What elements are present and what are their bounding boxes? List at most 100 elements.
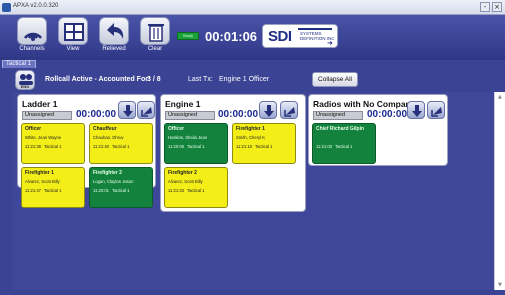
member-role: Chauffeur xyxy=(93,126,117,132)
title-bar: APXA v2.0.0.320 - × xyxy=(0,0,505,15)
member-time: 11:20:06 xyxy=(168,144,184,149)
move-down-button[interactable] xyxy=(259,101,277,119)
member-name: White, Jean Wayne xyxy=(25,135,62,140)
last-tx-value: Engine 1 Officer xyxy=(219,76,270,83)
end-rollcall-button[interactable]: END xyxy=(15,70,35,90)
member-channel: Tactical 1 xyxy=(112,188,130,193)
relieved-button[interactable]: Relieved xyxy=(97,17,131,57)
assignment-field[interactable]: Unassigned xyxy=(22,111,72,120)
member-card[interactable]: Firefighter 1 Alvarez, Scott Billy 11:21… xyxy=(21,167,85,208)
download-arrow-icon xyxy=(412,105,422,117)
member-channel: Tactical 1 xyxy=(112,144,130,149)
elapsed-timer: 00:01:06 xyxy=(205,29,258,44)
logo-arrow-icon: ➜ xyxy=(327,39,333,47)
view-label: View xyxy=(66,46,80,52)
company-timer: 00:00:00 xyxy=(76,109,117,120)
logo-divider xyxy=(298,28,332,30)
relieve-button[interactable] xyxy=(427,101,445,119)
accounted-count: 3 / 8 xyxy=(147,76,161,83)
work-area: Ladder 1 Unassigned 00:00:00 Officer Whi… xyxy=(12,92,495,290)
member-name: Chauhan, Dhruv xyxy=(93,135,124,140)
company-logo: SDI SYSTEMS DEFINITION INC ➜ xyxy=(262,24,338,48)
grid-view-icon xyxy=(64,23,84,41)
member-name: Alvarez, Scott Billy xyxy=(168,179,203,184)
member-channel: Tactical 1 xyxy=(187,188,205,193)
download-arrow-icon xyxy=(264,105,274,117)
member-time: 11:21:03 xyxy=(316,144,332,149)
company-panel-ladder-1: Ladder 1 Unassigned 00:00:00 Officer Whi… xyxy=(17,94,156,208)
member-time: 11:20:01 xyxy=(93,188,109,193)
assignment-field[interactable]: Unassigned xyxy=(165,111,215,120)
member-time: 11:21:33 xyxy=(168,188,184,193)
member-time: 11:21:40 xyxy=(93,144,109,149)
member-card[interactable]: Chief Richard Gilpin 11:21:03 Tactical 1 xyxy=(312,123,376,164)
company-timer: 00:00:00 xyxy=(367,109,408,120)
clear-button[interactable]: Clear xyxy=(138,17,172,57)
company-name: Engine 1 xyxy=(165,99,201,109)
member-time: 11:21:10 xyxy=(236,144,252,149)
member-name: Hoskins, Sheila Jean xyxy=(168,135,208,140)
company-panel-no-company: Radios with No Company Unassigned 00:00:… xyxy=(308,94,448,166)
member-name: Alvarez, Scott Billy xyxy=(25,179,60,184)
member-name: Smith, Cheryl K xyxy=(236,135,266,140)
member-role: Firefighter 1 xyxy=(236,126,265,132)
scroll-down-icon[interactable]: ▼ xyxy=(498,282,503,288)
clear-label: Clear xyxy=(147,46,163,52)
undo-arrow-icon xyxy=(107,23,124,39)
member-card[interactable]: Firefighter 2 Logan, Clayton Jason 11:20… xyxy=(89,167,153,208)
company-name: Ladder 1 xyxy=(22,99,58,109)
window-title: APXA v2.0.0.320 xyxy=(13,3,59,9)
member-card[interactable]: Officer White, Jean Wayne 11:21:38 Tacti… xyxy=(21,123,85,164)
company-name: Radios with No Company xyxy=(313,99,416,109)
close-button[interactable]: × xyxy=(492,2,502,12)
assignment-field[interactable]: Unassigned xyxy=(313,111,363,120)
member-channel: Tactical 1 xyxy=(255,144,273,149)
member-name: Logan, Clayton Jason xyxy=(93,179,134,184)
member-card[interactable]: Officer Hoskins, Sheila Jean 11:20:06 Ta… xyxy=(164,123,228,164)
status-badge: Ready xyxy=(177,32,199,40)
end-label: END xyxy=(20,84,30,89)
last-tx-label: Last Tx: xyxy=(188,76,213,83)
app-icon xyxy=(2,3,11,12)
radio-icon xyxy=(24,32,42,41)
member-channel: Tactical 1 xyxy=(44,188,62,193)
rollcall-status: Rollcall Active - Accounted For: xyxy=(45,76,151,83)
member-card[interactable]: Firefighter 1 Smith, Cheryl K 11:21:10 T… xyxy=(232,123,296,164)
member-channel: Tactical 1 xyxy=(187,144,205,149)
member-channel: Tactical 1 xyxy=(335,144,353,149)
channels-label: Channels xyxy=(19,46,45,52)
member-role: Firefighter 2 xyxy=(168,170,197,176)
collapse-all-button[interactable]: Collapse All xyxy=(312,72,358,87)
member-role: Officer xyxy=(25,126,42,132)
tab-tactical-1[interactable]: Tactical 1 xyxy=(2,60,36,68)
member-role: Chief Richard Gilpin xyxy=(316,126,365,132)
member-role: Firefighter 1 xyxy=(25,170,54,176)
relieve-button[interactable] xyxy=(137,101,155,119)
download-arrow-icon xyxy=(123,105,133,117)
trash-icon xyxy=(148,24,164,42)
move-down-button[interactable] xyxy=(118,101,136,119)
logo-mark: SDI xyxy=(268,28,292,45)
member-time: 11:21:47 xyxy=(25,188,41,193)
member-channel: Tactical 1 xyxy=(44,144,62,149)
member-time: 11:21:38 xyxy=(25,144,41,149)
member-card[interactable]: Firefighter 2 Alvarez, Scott Billy 11:21… xyxy=(164,167,228,208)
member-role: Officer xyxy=(168,126,185,132)
channels-button[interactable]: Channels xyxy=(15,17,49,57)
relieve-button[interactable] xyxy=(280,101,298,119)
vertical-scrollbar[interactable]: ▲ ▼ xyxy=(494,92,505,290)
scroll-up-icon[interactable]: ▲ xyxy=(498,94,503,100)
company-panel-engine-1: Engine 1 Unassigned 00:00:00 Officer Hos… xyxy=(160,94,306,212)
company-timer: 00:00:00 xyxy=(218,109,259,120)
toolbar: Channels View Relieved Clear Ready 00:01… xyxy=(0,15,505,60)
return-arrow-icon xyxy=(284,107,295,117)
rollcall-bar: END Rollcall Active - Accounted For: 3 /… xyxy=(0,68,505,92)
view-button[interactable]: View xyxy=(56,17,90,57)
tab-strip: Tactical 1 xyxy=(0,60,505,68)
relieved-label: Relieved xyxy=(102,46,126,52)
minimize-button[interactable]: - xyxy=(480,2,490,12)
return-arrow-icon xyxy=(431,107,442,117)
member-role: Firefighter 2 xyxy=(93,170,122,176)
move-down-button[interactable] xyxy=(407,101,425,119)
member-card[interactable]: Chauffeur Chauhan, Dhruv 11:21:40 Tactic… xyxy=(89,123,153,164)
